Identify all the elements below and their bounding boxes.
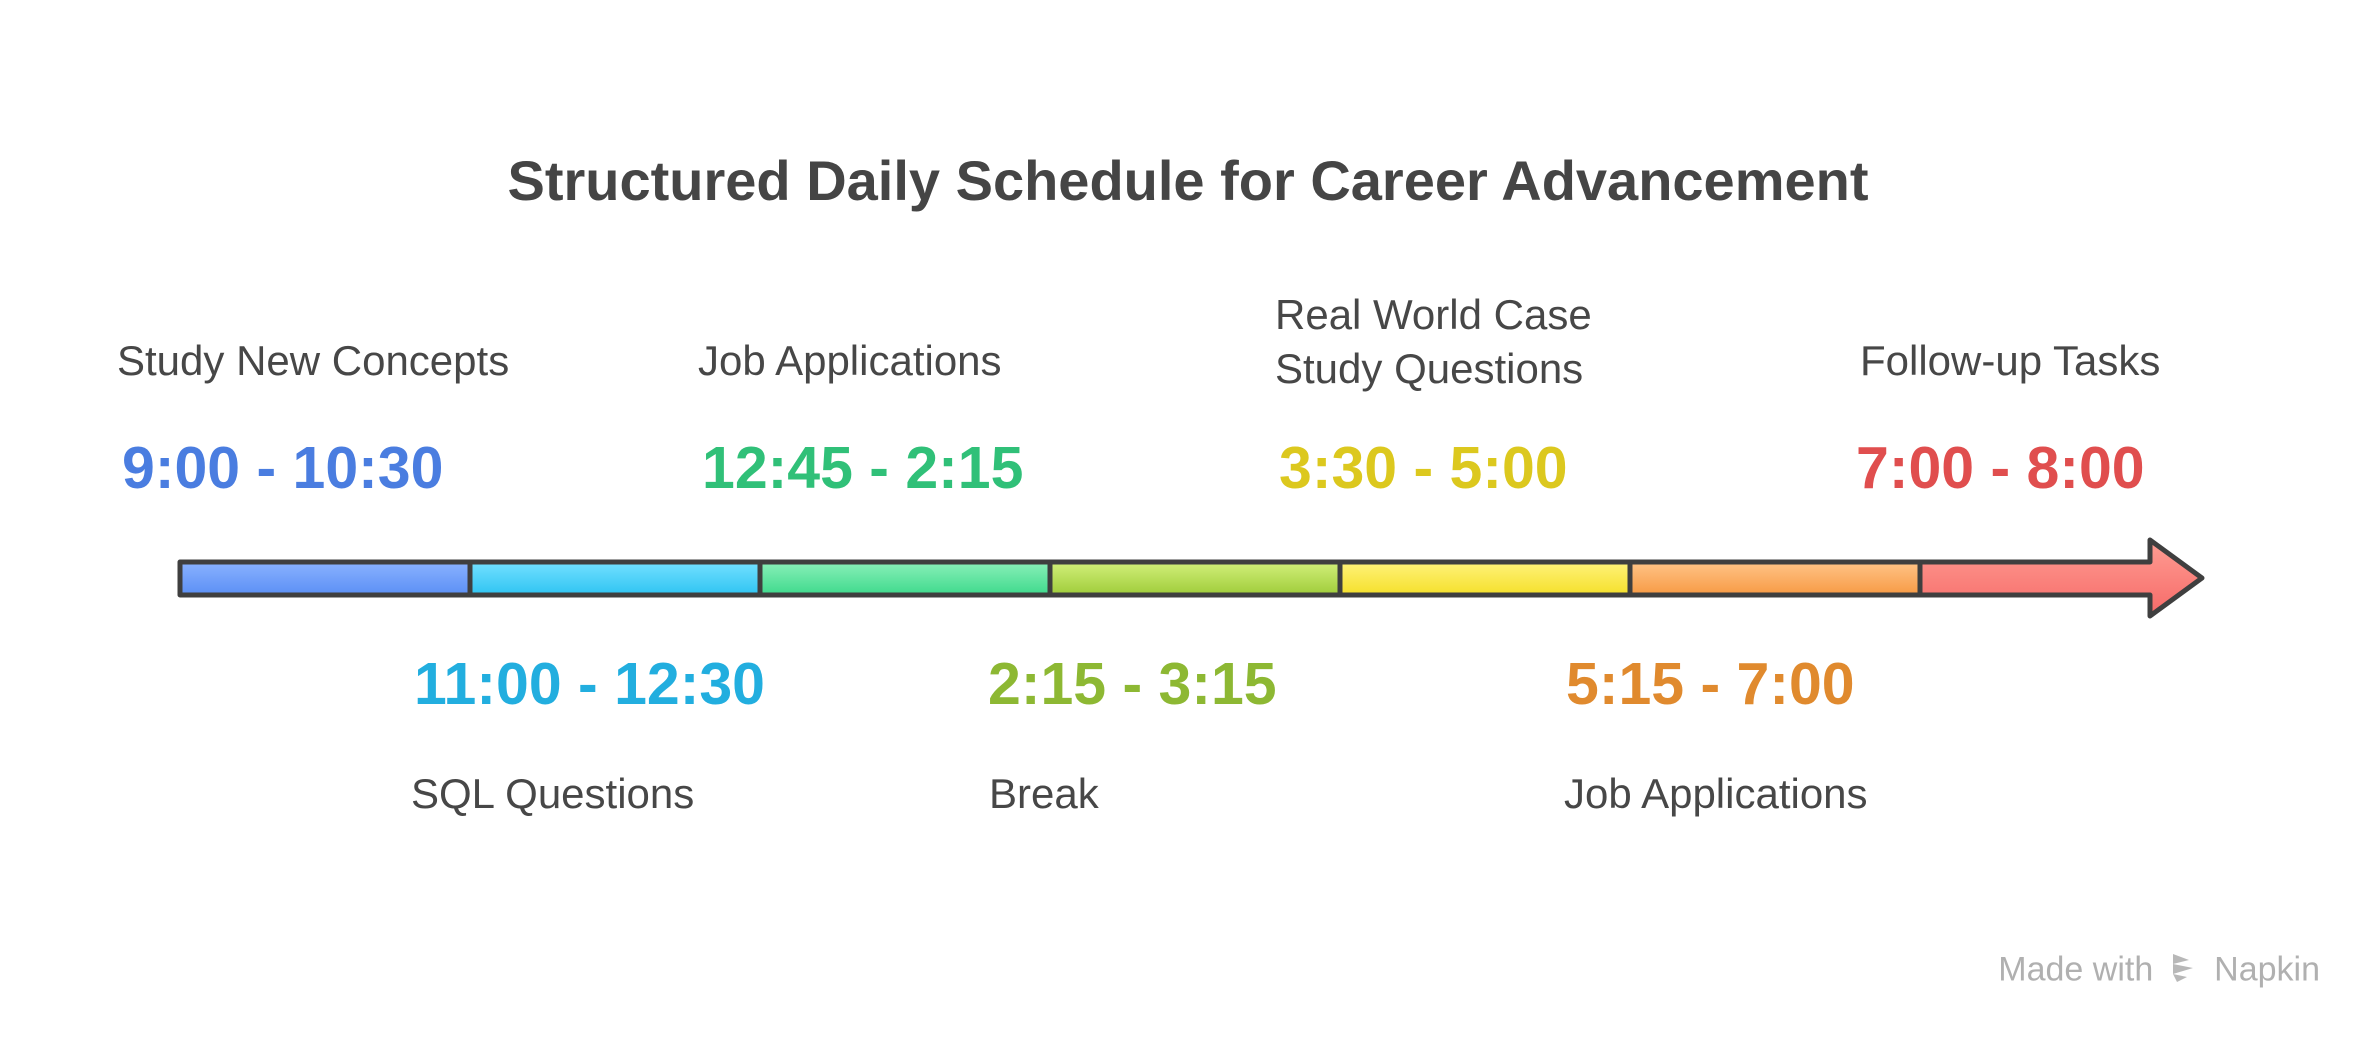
slot-4-label-line-2: Study Questions (1275, 345, 1584, 392)
slot-3-time: 2:15 - 3:15 (988, 651, 1277, 717)
slot-4-label: Real World Case Study Questions (1275, 288, 1592, 396)
slot-4-time: 3:30 - 5:00 (1279, 435, 1568, 501)
timeline-segment-2 (757, 559, 1053, 598)
slot-2-label: Job Applications (698, 337, 1002, 384)
slot-5-time: 5:15 - 7:00 (1566, 651, 1855, 717)
slot-4-label-line-1: Real World Case (1275, 291, 1592, 338)
slot-5-label: Job Applications (1564, 770, 1868, 817)
slot-6-time: 7:00 - 8:00 (1856, 435, 2145, 501)
footer-attribution: Made with Napkin (1998, 950, 2320, 993)
slot-3-label: Break (989, 770, 1099, 817)
timeline-segment-5 (1627, 559, 1923, 598)
footer-prefix: Made with (1998, 950, 2154, 989)
slot-0-label: Study New Concepts (117, 337, 510, 384)
timeline-segment-1 (467, 559, 763, 598)
timeline-arrow (177, 537, 2205, 619)
slot-0-time: 9:00 - 10:30 (122, 435, 444, 501)
timeline-segment-6 (1917, 537, 2205, 619)
slot-2-time: 12:45 - 2:15 (702, 435, 1024, 501)
timeline-segment-0 (177, 559, 473, 598)
timeline-segment-4 (1337, 559, 1633, 598)
slot-1-time: 11:00 - 12:30 (414, 651, 765, 717)
footer-brand: Napkin (2214, 950, 2320, 989)
napkin-logo-icon (2169, 950, 2199, 993)
slot-1-label: SQL Questions (411, 770, 695, 817)
slot-6-label: Follow-up Tasks (1860, 337, 2161, 384)
timeline-segment-3 (1047, 559, 1343, 598)
